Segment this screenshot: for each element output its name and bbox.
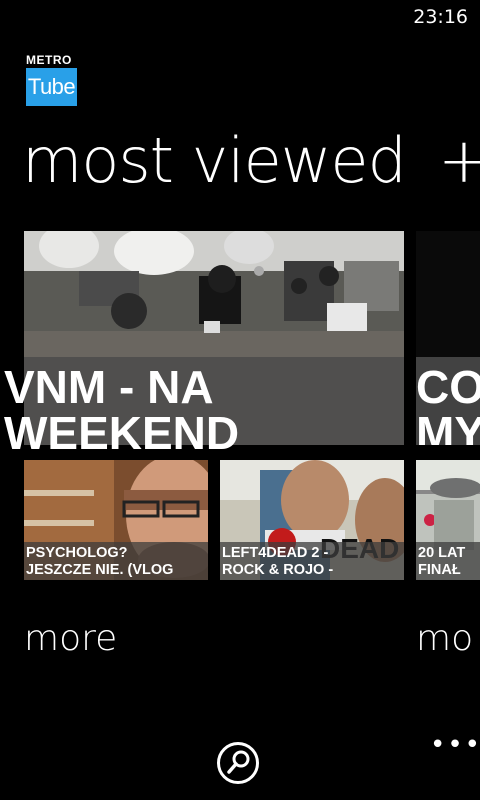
video-title: PSYCHOLOG? JESZCZE NIE. (VLOG <box>26 545 174 578</box>
pivot-next-header[interactable]: + <box>438 124 480 197</box>
next-featured-tile[interactable]: CO MY <box>416 231 480 445</box>
status-time: 23:16 <box>413 6 468 28</box>
app-logo: METRO Tube <box>26 53 78 106</box>
featured-video-title[interactable]: VNM - NA WEEKEND <box>4 364 384 456</box>
next-featured-title-line1: CO <box>416 361 480 413</box>
more-options-button[interactable]: ••• <box>430 730 480 760</box>
pivot-title[interactable]: most viewed <box>22 124 407 197</box>
video-tile[interactable]: DEAD LEFT4DEAD 2 - ROCK & ROJO - <box>220 460 404 580</box>
more-link-next[interactable]: mo <box>416 618 473 659</box>
video-tile[interactable]: PSYCHOLOG? JESZCZE NIE. (VLOG <box>24 460 208 580</box>
search-button[interactable] <box>217 742 259 784</box>
logo-box: Tube <box>26 68 77 106</box>
video-title: 20 LAT FINAŁ <box>418 545 466 578</box>
next-featured-title-line2: MY <box>416 407 480 445</box>
search-icon <box>227 750 250 774</box>
logo-top-text: METRO <box>26 53 72 67</box>
video-tile[interactable]: 20 LAT FINAŁ <box>416 460 480 580</box>
more-link[interactable]: more <box>24 618 117 659</box>
video-title: LEFT4DEAD 2 - ROCK & ROJO - <box>222 545 334 578</box>
